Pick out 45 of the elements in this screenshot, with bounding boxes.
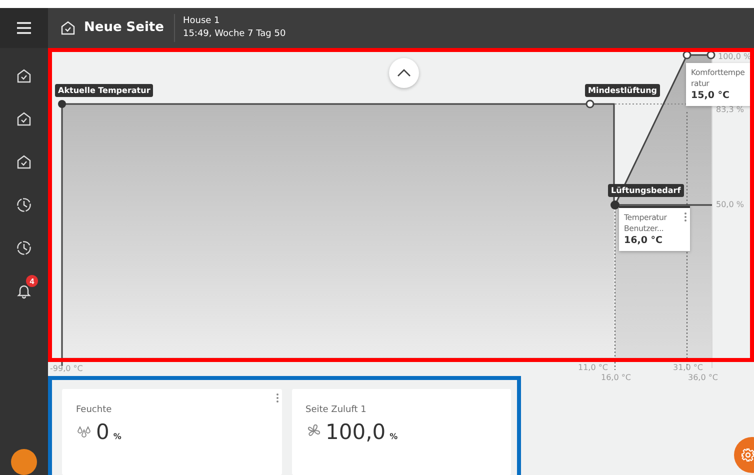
house-check-icon xyxy=(60,20,76,36)
notification-badge: 4 xyxy=(26,275,38,287)
point-label: Lüftungsbedarf xyxy=(608,184,684,197)
card-value: 15,0 °C xyxy=(691,89,730,102)
point-label: Mindestlüftung xyxy=(585,84,660,97)
value-tile[interactable]: Feuchte 0 % xyxy=(62,389,282,475)
drops-icon xyxy=(76,425,92,439)
fan-icon xyxy=(306,423,322,439)
axis-label: 83,3 % xyxy=(716,105,744,114)
page-title: Neue Seite xyxy=(84,14,175,42)
point-marker[interactable] xyxy=(586,100,594,108)
more-icon[interactable] xyxy=(276,393,278,403)
axis-label: 11,0 °C xyxy=(578,363,608,372)
nav-button[interactable]: 4 xyxy=(6,273,42,309)
chevron-up-icon xyxy=(397,69,411,77)
house-check-icon xyxy=(16,68,32,84)
axis-label: 16,0 °C xyxy=(601,373,631,382)
point-label: Aktuelle Temperatur xyxy=(55,84,154,97)
menu-button[interactable] xyxy=(0,8,48,48)
point-marker[interactable] xyxy=(610,200,620,210)
more-icon[interactable] xyxy=(684,212,687,222)
avatar[interactable] xyxy=(11,449,37,475)
house-check-icon xyxy=(16,111,32,127)
tile-unit: % xyxy=(113,432,122,441)
tile-title: Seite Zuluft 1 xyxy=(306,405,368,415)
settings-icon xyxy=(741,448,754,462)
date-time-label: 15:49, Woche 7 Tag 50 xyxy=(182,28,286,41)
tile-value: 100,0 xyxy=(326,420,386,444)
tile-unit: % xyxy=(390,432,398,441)
bell-icon xyxy=(16,283,32,299)
card-value: 16,0 °C xyxy=(624,234,664,247)
location-label: House 1 xyxy=(182,15,221,28)
axis-label: 36,0 °C xyxy=(688,373,718,382)
tile-value: 0 xyxy=(96,420,110,444)
value-tile[interactable]: Seite Zuluft 1 100,0 % xyxy=(292,389,511,475)
clock-icon xyxy=(16,197,32,213)
tile-title: Feuchte xyxy=(76,405,113,415)
menu-icon xyxy=(16,21,32,35)
point-marker[interactable] xyxy=(58,100,66,108)
collapse-button[interactable] xyxy=(389,58,419,88)
axis-label: 31,0 °C xyxy=(673,363,703,372)
clock-icon xyxy=(16,240,32,256)
axis-label: 50,0 % xyxy=(716,200,744,209)
axis-label: -99,0 °C xyxy=(50,364,83,373)
house-check-icon xyxy=(16,154,32,170)
